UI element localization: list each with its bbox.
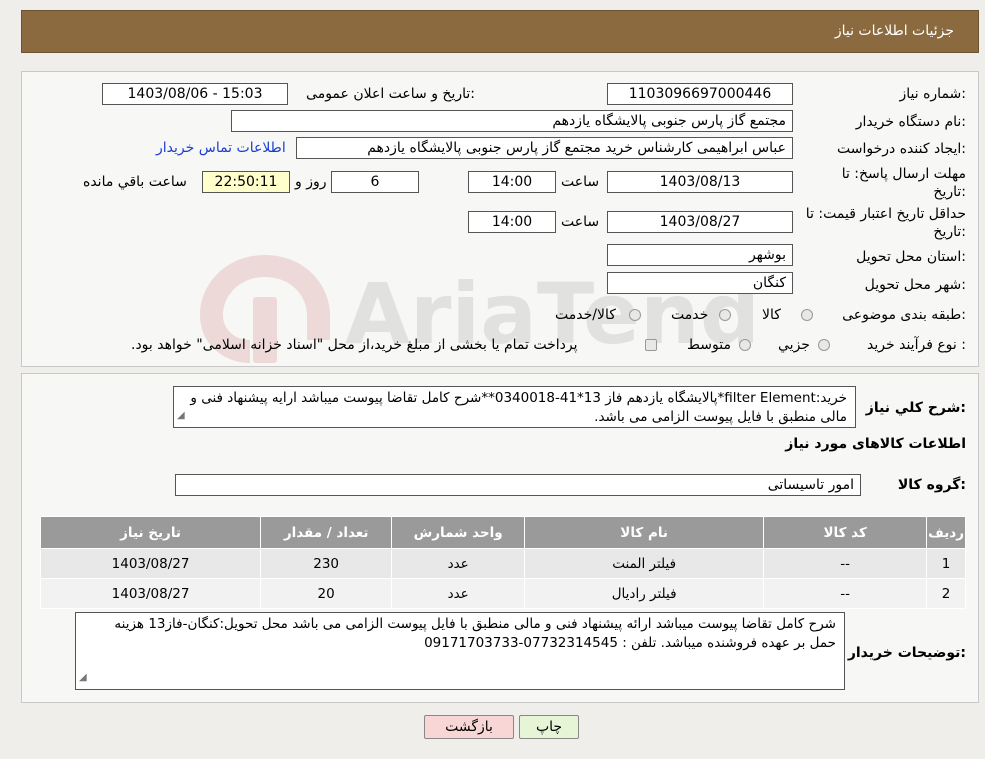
- resize-grip-icon[interactable]: ◢: [177, 406, 185, 425]
- goods-table: ردیف کد کالا نام کالا واحد شمارش تعداد /…: [39, 516, 966, 609]
- col-unit: واحد شمارش: [391, 516, 526, 549]
- contact-buyer-link[interactable]: اطلاعات تماس خریدار: [156, 140, 286, 156]
- buyer-org-field: مجتمع گاز پارس جنوبی پالایشگاه یازدهم: [231, 110, 793, 132]
- announce-label: تاریخ و ساعت اعلان عمومی:: [306, 86, 475, 102]
- city-field: کنگان: [607, 272, 793, 294]
- validity-time-field: 14:00: [468, 211, 556, 233]
- goods-section-title: اطلاعات کالاهای مورد نیاز: [785, 436, 966, 452]
- category-option-goods-service: کالا/خدمت: [555, 307, 616, 323]
- validity-label: حداقل تاریخ اعتبار قیمت: تا: [805, 206, 966, 222]
- requester-label: ایجاد کننده درخواست:: [837, 141, 966, 157]
- deadline-time-field: 14:00: [468, 171, 556, 193]
- cell-quantity: 20: [260, 578, 393, 609]
- deadline-date-field: 1403/08/13: [607, 171, 793, 193]
- category-radio-goods[interactable]: [801, 309, 813, 321]
- city-label: شهر محل تحویل:: [864, 277, 966, 293]
- purchase-type-label: نوع فرآیند خرید :: [867, 337, 966, 353]
- goods-group-field: امور تاسیساتی: [175, 474, 861, 496]
- category-label: طبقه بندی موضوعی:: [842, 307, 966, 323]
- remaining-time-field: 22:50:11: [202, 171, 290, 193]
- print-button[interactable]: چاپ: [519, 715, 579, 739]
- requester-field: عباس ابراهیمی کارشناس خرید مجتمع گاز پار…: [296, 137, 793, 159]
- days-field: 6: [331, 171, 419, 193]
- buyer-notes-textarea[interactable]: شرح کامل تقاضا پیوست میباشد ارائه پیشنها…: [75, 612, 845, 690]
- table-row: 1 -- فیلتر المنت عدد 230 1403/08/27: [39, 548, 966, 579]
- cell-item-code: --: [763, 578, 928, 609]
- page-title: جزئیات اطلاعات نیاز: [834, 23, 954, 39]
- province-label: استان محل تحویل:: [856, 249, 966, 265]
- category-option-service: خدمت: [671, 307, 709, 323]
- announce-field: 1403/08/06 - 15:03: [102, 83, 288, 105]
- purchase-option-minor: جزيي: [778, 337, 810, 353]
- category-option-goods: کالا: [762, 307, 781, 323]
- cell-item-name: فیلتر رادیال: [524, 578, 765, 609]
- table-row: 2 -- فیلتر رادیال عدد 20 1403/08/27: [39, 578, 966, 609]
- deadline-label: مهلت ارسال پاسخ: تا: [841, 166, 966, 182]
- deadline-time-label: ساعت: [561, 174, 600, 190]
- cell-row-number: 2: [926, 578, 966, 609]
- buyer-notes-text: شرح کامل تقاضا پیوست میباشد ارائه پیشنها…: [114, 616, 836, 651]
- cell-need-date: 1403/08/27: [39, 578, 262, 609]
- table-header-row: ردیف کد کالا نام کالا واحد شمارش تعداد /…: [39, 516, 966, 549]
- category-radio-service[interactable]: [719, 309, 731, 321]
- cell-quantity: 230: [260, 548, 393, 579]
- col-row-number: ردیف: [926, 516, 966, 549]
- summary-textarea[interactable]: خرید:filter Element*پالایشگاه یازدهم فاز…: [173, 386, 856, 428]
- cell-need-date: 1403/08/27: [39, 548, 262, 579]
- cell-item-name: فیلتر المنت: [524, 548, 765, 579]
- province-field: بوشهر: [607, 244, 793, 266]
- need-number-field: 1103096697000446: [607, 83, 793, 105]
- goods-group-label: گروه کالا:: [897, 477, 966, 493]
- cell-unit: عدد: [391, 548, 526, 579]
- remaining-label: ساعت باقي مانده: [83, 174, 187, 190]
- page-header: جزئیات اطلاعات نیاز: [21, 10, 979, 53]
- need-number-label: شماره نیاز:: [899, 86, 966, 102]
- col-item-name: نام کالا: [524, 516, 765, 549]
- resize-grip-icon[interactable]: ◢: [79, 668, 87, 687]
- days-label: روز و: [295, 174, 327, 190]
- validity-time-label: ساعت: [561, 214, 600, 230]
- validity-label-2: تاریخ:: [933, 224, 966, 240]
- cell-unit: عدد: [391, 578, 526, 609]
- purchase-radio-minor[interactable]: [818, 339, 830, 351]
- buyer-notes-label: توضیحات خریدار:: [847, 645, 966, 661]
- back-button[interactable]: بازگشت: [424, 715, 514, 739]
- category-radio-goods-service[interactable]: [629, 309, 641, 321]
- deadline-label-2: تاریخ:: [933, 184, 966, 200]
- validity-date-field: 1403/08/27: [607, 211, 793, 233]
- col-need-date: تاریخ نیاز: [39, 516, 262, 549]
- cell-row-number: 1: [926, 548, 966, 579]
- treasury-checkbox[interactable]: [645, 339, 657, 351]
- purchase-note: پرداخت تمام یا بخشی از مبلغ خرید،از محل …: [131, 337, 578, 353]
- col-item-code: کد کالا: [763, 516, 928, 549]
- purchase-radio-medium[interactable]: [739, 339, 751, 351]
- summary-text: خرید:filter Element*پالایشگاه یازدهم فاز…: [190, 390, 847, 425]
- buyer-org-label: نام دستگاه خریدار:: [855, 114, 966, 130]
- summary-label: شرح کلي نياز:: [865, 400, 966, 416]
- col-quantity: تعداد / مقدار: [260, 516, 393, 549]
- purchase-option-medium: متوسط: [687, 337, 731, 353]
- cell-item-code: --: [763, 548, 928, 579]
